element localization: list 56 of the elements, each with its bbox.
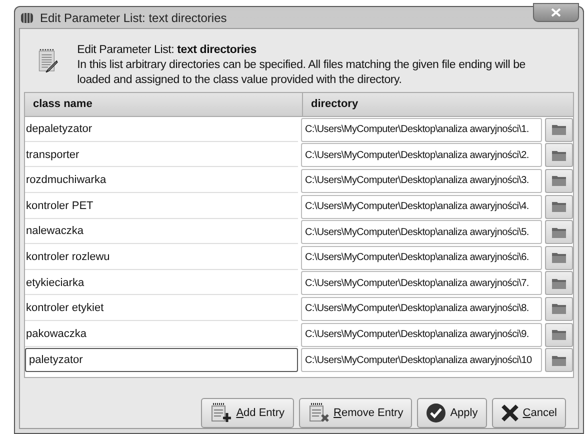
directory-field[interactable]: C:\Users\MyComputer\Desktop\analiza awaryjności\2.	[300, 143, 542, 168]
browse-button[interactable]	[545, 168, 573, 193]
directory-field[interactable]: C:\Users\MyComputer\Desktop\analiza awaryjności\7.	[300, 271, 542, 296]
close-icon	[551, 8, 561, 17]
folder-icon	[552, 354, 566, 366]
folder-icon	[552, 252, 566, 264]
directory-field[interactable]: C:\Users\MyComputer\Desktop\analiza awaryjności\9.	[300, 322, 542, 347]
browse-button[interactable]	[545, 322, 573, 347]
column-header[interactable]: directory	[303, 93, 573, 116]
app-icon	[20, 10, 34, 24]
apply-button[interactable]: Apply	[417, 398, 487, 428]
close-button[interactable]	[533, 3, 579, 22]
directory-field[interactable]: C:\Users\MyComputer\Desktop\analiza awaryjności\5.	[300, 220, 542, 244]
table-cell: depaletyzator	[25, 118, 298, 142]
table-cell: rozdmuchiwarka	[25, 168, 298, 193]
folder-icon	[552, 201, 566, 212]
table-cell: kontroler etykiet	[25, 296, 298, 321]
browse-button[interactable]	[545, 143, 573, 168]
table-cell: pakowaczka	[25, 322, 298, 347]
folder-icon	[552, 124, 566, 136]
column-header[interactable]: class name	[25, 93, 303, 116]
cross-icon	[500, 404, 519, 422]
class-name-field[interactable]: paletyzator	[25, 348, 298, 372]
folder-icon	[552, 303, 566, 314]
check-circle-icon	[426, 403, 446, 423]
table-cell: kontroler PET	[25, 194, 298, 219]
browse-button[interactable]	[545, 194, 573, 219]
folder-icon	[552, 329, 566, 340]
directory-field[interactable]: C:\Users\MyComputer\Desktop\analiza awaryjności\3.	[300, 168, 542, 193]
browse-button[interactable]	[545, 296, 573, 321]
browse-button[interactable]	[545, 271, 573, 296]
folder-icon	[552, 226, 566, 238]
table-cell: etykieciarka	[25, 271, 298, 296]
table-cell: kontroler rozlewu	[25, 246, 298, 270]
notepad-plus-icon	[210, 403, 232, 423]
directory-field[interactable]: C:\Users\MyComputer\Desktop\analiza awaryjności\8.	[300, 296, 542, 321]
add-entry-button[interactable]: Add Entry	[201, 398, 294, 428]
browse-button[interactable]	[545, 118, 573, 142]
browse-button[interactable]	[545, 246, 573, 270]
header-description: In this list arbitrary directories can be specified. All files matching the given file ending will be loaded and assigned to the class value provided with the directory.	[77, 58, 526, 88]
table-cell: transporter	[25, 143, 298, 168]
directory-field[interactable]: C:\Users\MyComputer\Desktop\analiza awaryjności\6.	[300, 246, 542, 270]
browse-button[interactable]	[545, 220, 573, 244]
folder-icon	[552, 150, 566, 161]
cancel-button[interactable]: Cancel	[492, 398, 566, 428]
browse-button[interactable]	[545, 348, 573, 372]
header-title: Edit Parameter List: text directories	[77, 43, 258, 58]
directory-field[interactable]: C:\Users\MyComputer\Desktop\analiza awaryjności\10	[300, 348, 542, 372]
directory-field[interactable]: C:\Users\MyComputer\Desktop\analiza awaryjności\1.	[300, 118, 542, 142]
remove-entry-button[interactable]: Remove Entry	[298, 398, 412, 428]
table-cell: nalewaczka	[25, 220, 298, 244]
notepad-x-icon	[308, 403, 330, 423]
folder-icon	[552, 175, 566, 186]
directory-field[interactable]: C:\Users\MyComputer\Desktop\analiza awaryjności\4.	[300, 194, 542, 219]
folder-icon	[552, 278, 566, 289]
window-title: Edit Parameter List: text directories	[40, 10, 227, 26]
